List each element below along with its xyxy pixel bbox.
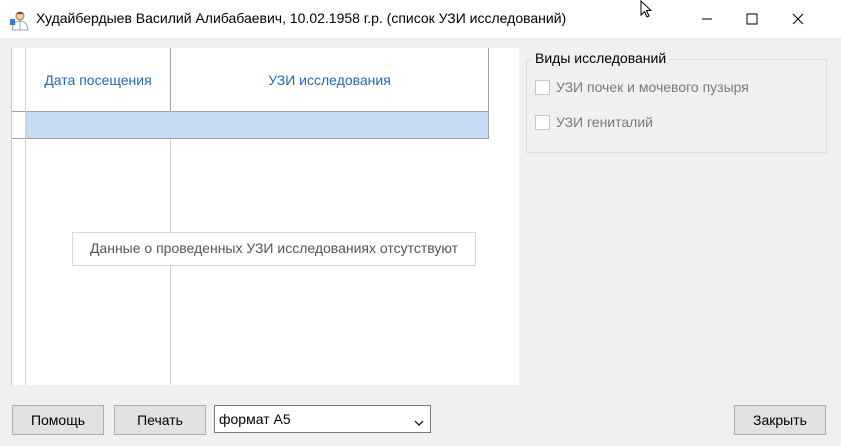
checkbox-genitals[interactable]: УЗИ гениталий bbox=[535, 114, 653, 130]
maximize-icon bbox=[746, 13, 758, 25]
close-dialog-button[interactable]: Закрыть bbox=[734, 405, 826, 435]
column-header-date[interactable]: Дата посещения bbox=[26, 72, 170, 88]
types-groupbox bbox=[526, 59, 827, 153]
close-window-button[interactable] bbox=[775, 0, 821, 38]
chevron-down-icon bbox=[414, 414, 424, 430]
empty-state-message: Данные о проведенных УЗИ исследованиях о… bbox=[72, 232, 476, 266]
maximize-button[interactable] bbox=[729, 0, 775, 38]
window-title: Худайбердыев Василий Алибабаевич, 10.02.… bbox=[36, 10, 567, 26]
types-group-title: Виды исследований bbox=[532, 50, 670, 66]
checkbox-label: УЗИ почек и мочевого пузыря bbox=[556, 79, 749, 95]
minimize-button[interactable] bbox=[684, 0, 730, 38]
usi-grid[interactable]: Дата посещения УЗИ исследования Данные о… bbox=[11, 48, 519, 385]
print-button[interactable]: Печать bbox=[114, 405, 206, 435]
close-icon bbox=[792, 13, 804, 25]
doctor-app-icon bbox=[8, 9, 30, 31]
print-format-select[interactable]: формат А5 bbox=[214, 405, 431, 433]
column-header-usi[interactable]: УЗИ исследования bbox=[171, 72, 488, 88]
checkbox-box[interactable] bbox=[535, 114, 550, 130]
checkbox-box[interactable] bbox=[535, 79, 550, 95]
checkbox-kidneys[interactable]: УЗИ почек и мочевого пузыря bbox=[535, 79, 749, 95]
selected-row[interactable] bbox=[26, 112, 488, 139]
column-divider-right bbox=[488, 48, 489, 139]
minimize-icon bbox=[702, 18, 712, 20]
help-button[interactable]: Помощь bbox=[12, 405, 104, 435]
title-bar: Худайбердыев Василий Алибабаевич, 10.02.… bbox=[0, 0, 841, 38]
checkbox-label: УЗИ гениталий bbox=[556, 114, 653, 130]
row-header-column bbox=[12, 48, 26, 385]
row-header-cell[interactable] bbox=[12, 112, 25, 139]
print-format-value: формат А5 bbox=[219, 411, 291, 427]
mouse-cursor-icon bbox=[640, 0, 653, 21]
